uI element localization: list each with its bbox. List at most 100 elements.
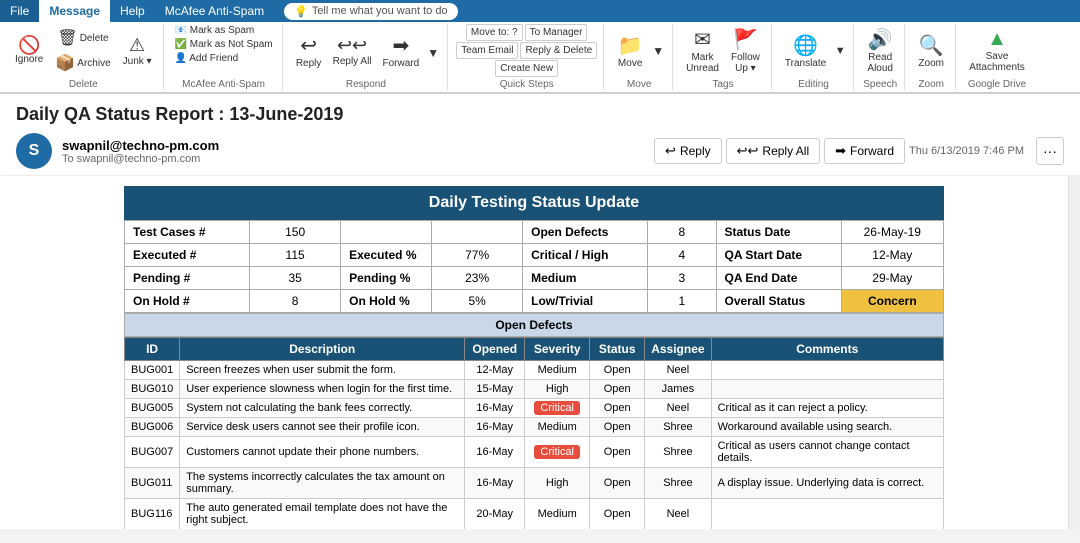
bug-id: BUG011 [125,468,180,499]
bug-opened: 16-May [465,468,525,499]
mark-spam-button[interactable]: 📧 Mark as Spam [172,24,258,37]
col-description: Description [180,338,465,361]
bug-comments: Workaround available using search. [711,418,943,437]
on-hold-label: On Hold # [125,290,250,313]
translate-button[interactable]: 🌐 Translate [780,31,831,71]
reply-delete-button[interactable]: Reply & Delete [520,42,597,59]
executed-pct-label: Executed % [341,244,432,267]
col-assignee: Assignee [645,338,711,361]
mcafee-group-label: McAfee Anti-Spam [182,77,265,90]
status-date-value: 26-May-19 [841,221,943,244]
bug-assignee: James [645,380,711,399]
open-defects-value: 8 [648,221,716,244]
executed-value: 115 [250,244,341,267]
severity-cell: Medium [525,418,590,437]
zoom-button[interactable]: 🔍 Zoom [913,31,949,71]
reply-all-button[interactable]: ↩↩ Reply All [328,33,377,69]
medium-label: Medium [523,267,648,290]
move-button[interactable]: 📁 Move [612,31,648,71]
pending-pct-label: Pending % [341,267,432,290]
bug-desc: Screen freezes when user submit the form… [180,361,465,380]
tab-file[interactable]: File [0,0,39,22]
severity-cell: High [525,380,590,399]
junk-button[interactable]: ⚠ Junk ▾ [118,33,157,69]
forward-button[interactable]: ➡ Forward [378,31,425,71]
bug-comments [711,380,943,399]
bug-assignee: Neel [645,361,711,380]
move-group-label: Move [627,77,651,90]
sender-avatar: S [16,133,52,169]
bug-comments [711,361,943,380]
bug-status: Open [590,418,645,437]
reply-button[interactable]: ↩ Reply [291,31,327,71]
ribbon-group-respond: ↩ Reply ↩↩ Reply All ➡ Forward ▼ Respond [285,24,449,90]
tab-help[interactable]: Help [110,0,155,22]
qa-end-value: 29-May [841,267,943,290]
test-cases-value: 150 [250,221,341,244]
executed-label: Executed # [125,244,250,267]
create-new-button[interactable]: Create New [495,60,558,77]
forward-icon: ➡ [835,143,846,159]
bug-opened: 15-May [465,380,525,399]
ribbon-group-quick-steps: Move to: ? To Manager Team Email Reply &… [450,24,604,90]
delete-button[interactable]: 🗑 Delete [50,26,115,50]
move-to-button[interactable]: Move to: ? [466,24,523,41]
reply-icon: ↩ [665,143,676,159]
move-more-button[interactable]: ▼ [650,43,666,59]
save-attachments-button[interactable]: ▲ SaveAttachments [964,26,1030,75]
severity-cell: Critical [525,399,590,418]
follow-up-button[interactable]: 🚩 FollowUp ▾ [726,25,765,76]
low-trivial-label: Low/Trivial [523,290,648,313]
open-defects-section: Open Defects [124,313,944,337]
pending-label: Pending # [125,267,250,290]
read-aloud-button[interactable]: 🔊 ReadAloud [862,25,898,76]
forward-label: Forward [850,144,894,158]
table-row: BUG005 System not calculating the bank f… [125,399,944,418]
reply-all-action-button[interactable]: ↩↩ Reply All [726,138,820,164]
team-email-button[interactable]: Team Email [456,42,518,59]
ribbon-group-delete: 🚫 Ignore 🗑 Delete 📦 Archive ⚠ Junk ▾ [4,24,164,90]
scroll-track[interactable] [1068,176,1080,529]
bug-desc: The auto generated email template does n… [180,499,465,530]
bug-id: BUG005 [125,399,180,418]
tell-me-box[interactable]: 💡 Tell me what you want to do [284,3,457,20]
daily-title: Daily Testing Status Update [124,186,944,220]
bug-desc: Service desk users cannot see their prof… [180,418,465,437]
severity-cell: Medium [525,361,590,380]
bug-assignee: Neel [645,399,711,418]
critical-high-value: 4 [648,244,716,267]
tab-message[interactable]: Message [39,0,110,22]
tab-mcafee[interactable]: McAfee Anti-Spam [155,0,274,22]
sender-to: To swapnil@techno-pm.com [62,153,654,165]
mark-not-spam-button[interactable]: ✅ Mark as Not Spam [172,38,276,51]
translate-more-button[interactable]: ▼ [833,44,847,58]
open-defects-label: Open Defects [523,221,648,244]
pending-value: 35 [250,267,341,290]
ribbon-group-zoom: 🔍 Zoom Zoom [907,24,956,90]
bug-status: Open [590,380,645,399]
email-subject: Daily QA Status Report : 13-June-2019 [0,94,1080,129]
bug-status: Open [590,399,645,418]
table-row: BUG011 The systems incorrectly calculate… [125,468,944,499]
forward-action-button[interactable]: ➡ Forward [824,138,905,164]
qa-end-label: QA End Date [716,267,841,290]
table-row: BUG116 The auto generated email template… [125,499,944,530]
bug-comments: Critical as it can reject a policy. [711,399,943,418]
ignore-button[interactable]: 🚫 Ignore [10,34,48,67]
bug-desc: The systems incorrectly calculates the t… [180,468,465,499]
lightbulb-icon: 💡 [294,5,308,18]
ribbon-group-tags: ✉ MarkUnread 🚩 FollowUp ▾ Tags [675,24,772,90]
add-friend-button[interactable]: 👤 Add Friend [172,52,242,65]
reply-action-button[interactable]: ↩ Reply [654,138,722,164]
more-actions-button[interactable]: ··· [1036,137,1064,165]
bug-comments: Critical as users cannot change contact … [711,437,943,468]
col-id: ID [125,338,180,361]
bug-desc: User experience slowness when login for … [180,380,465,399]
to-manager-button[interactable]: To Manager [525,24,588,41]
more-respond-button[interactable]: ▼ [425,40,441,62]
status-date-label: Status Date [716,221,841,244]
table-row: BUG001 Screen freezes when user submit t… [125,361,944,380]
archive-button[interactable]: 📦 Archive [50,51,115,75]
overall-status-value: Concern [841,290,943,313]
mark-unread-button[interactable]: ✉ MarkUnread [681,25,724,76]
